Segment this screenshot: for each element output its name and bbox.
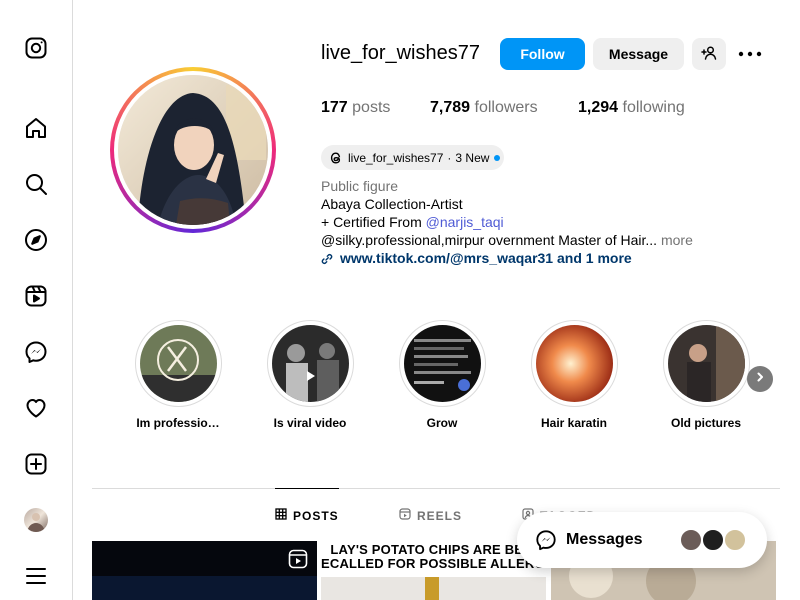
- post-thumbnail[interactable]: LAY'S POTATO CHIPS ARE BEIN ECALLED FOR …: [321, 541, 546, 600]
- instagram-icon[interactable]: [24, 36, 48, 60]
- bio-line-2: + Certified From @narjis_taqi: [321, 214, 504, 230]
- chevron-right-icon: [754, 370, 766, 388]
- more-options-icon[interactable]: [738, 44, 762, 64]
- message-button[interactable]: Message: [593, 38, 684, 70]
- tabs-divider: [92, 488, 780, 489]
- story-highlight[interactable]: Hair karatin: [524, 320, 624, 430]
- menu-icon[interactable]: [24, 564, 48, 588]
- profile-username: live_for_wishes77: [321, 42, 480, 64]
- messages-label: Messages: [566, 531, 643, 548]
- avatar[interactable]: [24, 508, 48, 532]
- threads-badge[interactable]: live_for_wishes77 · 3 New: [321, 145, 504, 170]
- story-highlight[interactable]: Grow: [392, 320, 492, 430]
- messages-drawer-button[interactable]: Messages: [517, 512, 767, 568]
- active-tab-indicator: [275, 488, 339, 489]
- threads-icon: [329, 151, 343, 165]
- external-link[interactable]: www.tiktok.com/@mrs_waqar31 and 1 more: [321, 250, 632, 266]
- profile-picture: [118, 75, 268, 225]
- posts-count: 177 posts: [321, 99, 391, 116]
- home-icon[interactable]: [24, 116, 48, 140]
- story-highlight[interactable]: Old pictures: [656, 320, 756, 430]
- plus-square-icon[interactable]: [24, 452, 48, 476]
- follow-button[interactable]: Follow: [500, 38, 585, 70]
- reels-icon[interactable]: [24, 284, 48, 308]
- followers-count[interactable]: 7,789 followers: [430, 99, 538, 117]
- highlights-next-button[interactable]: [747, 366, 773, 392]
- messenger-icon: [535, 529, 557, 551]
- highlight-cover: [535, 325, 613, 402]
- compass-icon[interactable]: [24, 228, 48, 252]
- post-caption-text: LAY'S POTATO CHIPS ARE BEIN ECALLED FOR …: [321, 542, 546, 571]
- highlight-label: Im professio…: [136, 416, 220, 430]
- threads-separator: ·: [447, 150, 452, 165]
- messenger-icon[interactable]: [24, 340, 48, 364]
- tab-reels[interactable]: REELS: [399, 508, 462, 523]
- suggested-users-button[interactable]: [692, 38, 726, 70]
- bio-line-3: @silky.professional,mirpur overnment Mas…: [321, 232, 693, 248]
- highlight-label: Grow: [426, 416, 458, 430]
- post-thumbnail[interactable]: [92, 541, 317, 600]
- highlight-label: Is viral video: [273, 416, 347, 430]
- following-count[interactable]: 1,294 following: [578, 99, 685, 117]
- new-indicator-dot: [494, 154, 501, 161]
- bio-mention-link[interactable]: @narjis_taqi: [426, 214, 504, 230]
- threads-handle: live_for_wishes77: [348, 150, 444, 165]
- profile-picture-story-ring[interactable]: [110, 67, 276, 233]
- profile-category: Public figure: [321, 178, 399, 194]
- highlight-cover: [139, 325, 217, 402]
- bio-line-1: Abaya Collection-Artist: [321, 196, 463, 212]
- avatar: [701, 528, 725, 552]
- highlight-label: Hair karatin: [540, 416, 608, 430]
- bio-more-link[interactable]: more: [661, 232, 693, 248]
- avatar: [723, 528, 747, 552]
- search-icon[interactable]: [24, 172, 48, 196]
- sidebar-nav: [0, 0, 73, 600]
- grid-icon: [275, 508, 287, 523]
- tab-posts[interactable]: POSTS: [275, 508, 339, 523]
- reels-icon: [399, 508, 411, 523]
- avatar: [679, 528, 703, 552]
- threads-new-count: 3 New: [455, 150, 490, 165]
- highlight-label: Old pictures: [670, 416, 741, 430]
- reel-icon: [288, 549, 308, 574]
- link-icon: [321, 252, 333, 264]
- add-user-icon: [701, 45, 717, 64]
- highlight-cover: [667, 325, 745, 402]
- story-highlight[interactable]: Is viral video: [260, 320, 360, 430]
- heart-icon[interactable]: [24, 396, 48, 420]
- story-highlight[interactable]: Im professio…: [128, 320, 228, 430]
- highlight-cover: [403, 325, 481, 402]
- highlight-cover: [271, 325, 349, 402]
